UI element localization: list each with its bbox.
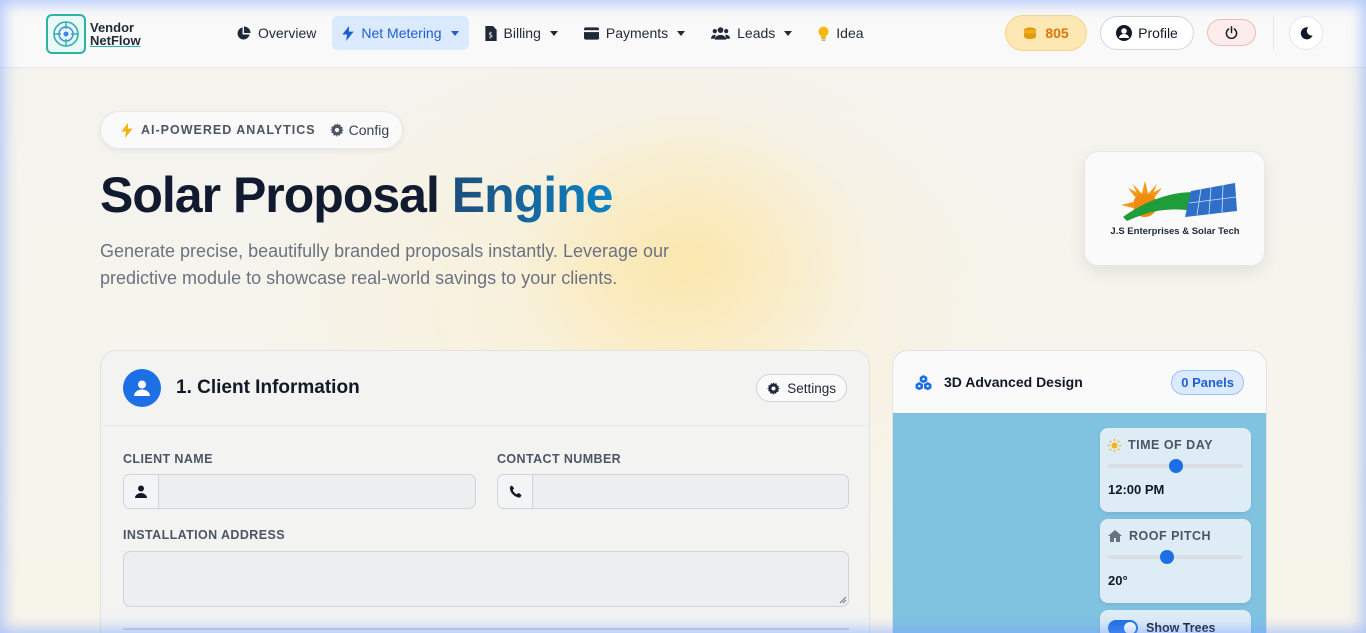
nav-leads[interactable]: Leads: [701, 16, 802, 50]
nav-net-metering-label: Net Metering: [361, 25, 442, 41]
main-nav: Overview Net Metering $ Billing Payments…: [226, 16, 874, 50]
gear-icon: [767, 381, 781, 395]
roof-pitch-value: 20°: [1108, 573, 1128, 588]
nav-leads-label: Leads: [737, 25, 776, 41]
installation-address-input[interactable]: [123, 551, 849, 607]
dark-mode-toggle[interactable]: [1289, 16, 1323, 50]
cubes-icon: [915, 374, 932, 390]
hero-badge-pill: AI-POWERED ANALYTICS Config: [100, 111, 403, 149]
nav-billing[interactable]: $ Billing: [475, 16, 568, 50]
nav-idea[interactable]: Idea: [808, 16, 873, 50]
coins-icon: [1024, 27, 1037, 39]
client-name-label: CLIENT NAME: [123, 452, 213, 466]
time-of-day-slider-handle[interactable]: [1168, 459, 1183, 473]
bolt-icon: [121, 122, 133, 138]
invoice-icon: $: [484, 25, 497, 41]
page-title: Solar Proposal Engine: [100, 166, 614, 224]
pie-chart-icon: [237, 25, 251, 40]
roof-pitch-slider[interactable]: [1108, 550, 1243, 564]
brand-name: Vendor NetFlow: [90, 21, 141, 47]
nav-idea-label: Idea: [836, 25, 864, 41]
ai-analytics-badge: AI-POWERED ANALYTICS: [141, 123, 316, 137]
client-settings-label: Settings: [787, 380, 836, 396]
next-field-border: [123, 628, 849, 630]
phone-icon: [498, 475, 533, 508]
config-label: Config: [348, 122, 390, 138]
contact-number-input[interactable]: [533, 475, 848, 508]
nav-billing-label: Billing: [503, 25, 541, 41]
client-name-group: [123, 474, 476, 509]
roof-pitch-control: ROOF PITCH 20°: [1100, 519, 1251, 603]
installation-address-label: INSTALLATION ADDRESS: [123, 528, 285, 542]
design-card-title: 3D Advanced Design: [944, 374, 1083, 390]
brand-line2: NetFlow: [90, 33, 141, 48]
resize-handle-icon[interactable]: [839, 596, 847, 604]
advanced-design-card: 3D Advanced Design 0 Panels TIME OF DAY …: [892, 350, 1267, 633]
design-card-header: 3D Advanced Design 0 Panels: [893, 351, 1266, 413]
sun-icon: [1108, 438, 1121, 452]
chevron-down-icon: [549, 30, 558, 36]
home-icon: [1108, 530, 1122, 542]
roof-pitch-label: ROOF PITCH: [1129, 529, 1212, 543]
company-logo-card[interactable]: J.S Enterprises & Solar Tech: [1084, 151, 1265, 266]
panel-count-badge: 0 Panels: [1171, 369, 1244, 395]
contact-number-label: CONTACT NUMBER: [497, 452, 622, 466]
page-title-main: Solar Proposal: [100, 167, 440, 223]
time-of-day-value: 12:00 PM: [1108, 482, 1165, 497]
time-of-day-label: TIME OF DAY: [1128, 438, 1213, 452]
svg-text:$: $: [488, 30, 493, 39]
profile-label: Profile: [1138, 25, 1178, 41]
user-icon: [123, 369, 161, 407]
client-card-title: 1. Client Information: [176, 377, 360, 398]
nav-payments[interactable]: Payments: [574, 16, 695, 50]
page-description: Generate precise, beautifully branded pr…: [100, 241, 670, 288]
page-title-accent: Engine: [451, 167, 614, 223]
bolt-icon: [342, 25, 354, 41]
nav-net-metering[interactable]: Net Metering: [332, 16, 469, 50]
company-logo: J.S Enterprises & Solar Tech: [1110, 180, 1239, 237]
time-of-day-slider[interactable]: [1108, 459, 1243, 473]
logout-button[interactable]: [1207, 19, 1256, 46]
chevron-down-icon: [784, 30, 793, 36]
vendor-netflow-logo-icon: [46, 14, 86, 54]
brand[interactable]: Vendor NetFlow: [46, 14, 141, 54]
client-settings-button[interactable]: Settings: [756, 374, 847, 402]
power-icon: [1225, 26, 1238, 39]
chevron-down-icon: [450, 30, 459, 36]
client-information-card: 1. Client Information Settings CLIENT NA…: [100, 350, 870, 633]
wallet-icon: [583, 26, 599, 40]
config-button[interactable]: Config: [329, 122, 390, 138]
company-logo-text: J.S Enterprises & Solar Tech: [1110, 226, 1239, 237]
client-card-header: 1. Client Information Settings: [101, 351, 869, 426]
nav-overview[interactable]: Overview: [226, 16, 326, 50]
show-trees-control: Show Trees: [1100, 610, 1251, 633]
nav-payments-label: Payments: [605, 25, 669, 41]
contact-number-group: [497, 474, 849, 509]
profile-button[interactable]: Profile: [1100, 16, 1194, 50]
roof-pitch-slider-handle[interactable]: [1160, 550, 1175, 564]
users-icon: [711, 27, 731, 40]
top-navbar: Vendor NetFlow Overview Net Metering $ B…: [0, 0, 1366, 68]
moon-icon: [1300, 26, 1313, 39]
navbar-divider: [1273, 16, 1274, 50]
3d-scene-viewport[interactable]: TIME OF DAY 12:00 PM ROOF PITCH 20° Show…: [893, 413, 1266, 633]
chevron-down-icon: [677, 30, 686, 36]
show-trees-toggle[interactable]: [1108, 620, 1138, 633]
nav-overview-label: Overview: [258, 25, 317, 41]
person-icon: [124, 475, 159, 508]
lightbulb-icon: [818, 26, 829, 41]
show-trees-label: Show Trees: [1146, 621, 1216, 633]
gear-icon: [329, 123, 344, 137]
client-name-input[interactable]: [159, 475, 475, 508]
time-of-day-control: TIME OF DAY 12:00 PM: [1100, 428, 1251, 512]
user-circle-icon: [1116, 25, 1133, 41]
coin-count: 805: [1045, 25, 1069, 41]
coin-balance-button[interactable]: 805: [1005, 15, 1087, 51]
